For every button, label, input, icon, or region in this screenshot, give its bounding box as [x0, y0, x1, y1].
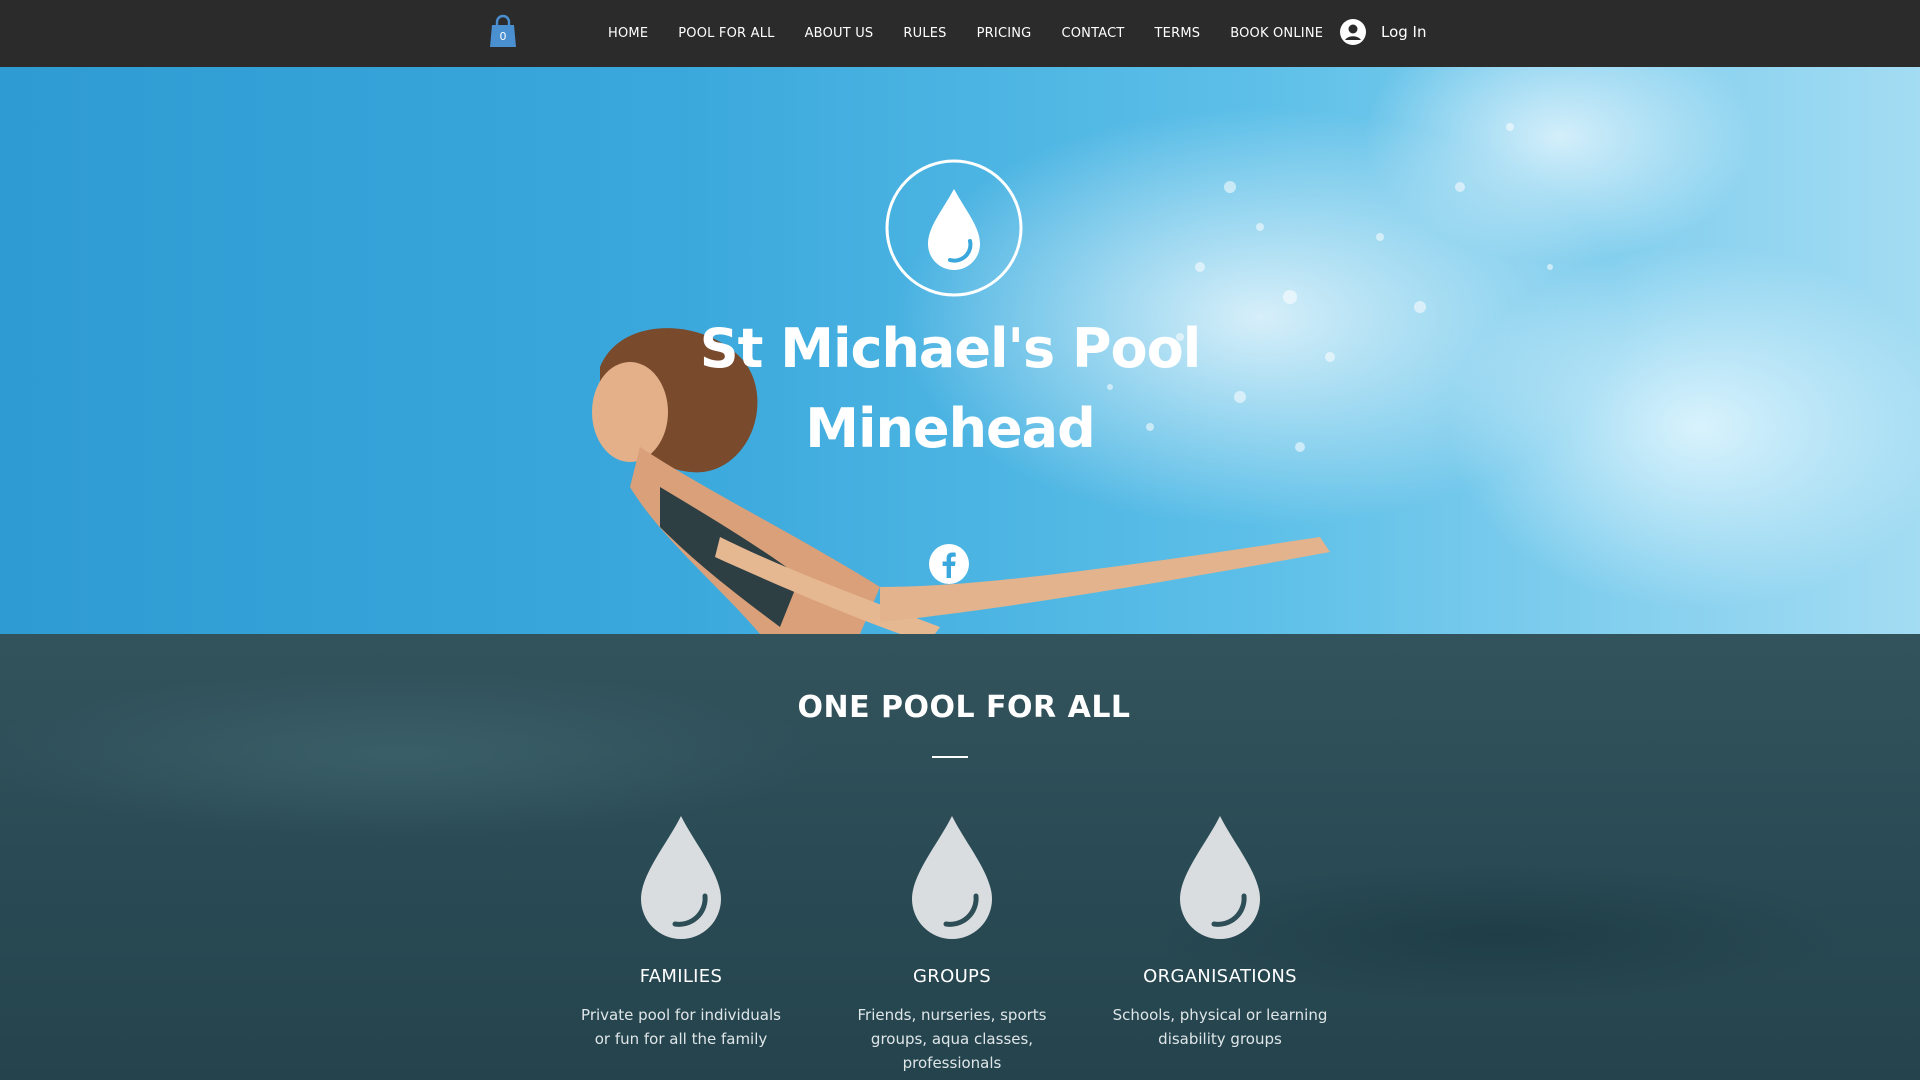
nav-book-online[interactable]: BOOK ONLINE — [1215, 26, 1338, 41]
water-drop-icon — [928, 189, 980, 270]
pool-logo — [885, 159, 1023, 297]
hero-banner: St Michael's Pool Minehead — [0, 67, 1920, 634]
site-title-line-1: St Michael's Pool — [699, 317, 1202, 380]
feature-title: GROUPS — [913, 966, 991, 987]
login-button[interactable]: Log In — [1340, 18, 1427, 46]
nav-home[interactable]: HOME — [593, 26, 663, 41]
feature-groups: GROUPS Friends, nurseries, sports groups… — [837, 814, 1067, 1075]
nav-terms[interactable]: TERMS — [1140, 26, 1216, 41]
pool-for-all-section: ONE POOL FOR ALL FAMILIES Private pool f… — [0, 634, 1920, 1080]
main-nav: HOME POOL FOR ALL ABOUT US RULES PRICING… — [593, 0, 1338, 67]
facebook-icon[interactable] — [929, 544, 969, 584]
site-title-line-2: Minehead — [805, 397, 1095, 460]
site-title: St Michael's Pool Minehead — [660, 309, 1240, 469]
top-navigation-bar: 0 HOME POOL FOR ALL ABOUT US RULES PRICI… — [0, 0, 1920, 67]
water-drop-icon — [912, 816, 992, 939]
feature-families: FAMILIES Private pool for individuals or… — [566, 814, 796, 1051]
feature-title: ORGANISATIONS — [1143, 966, 1297, 987]
feature-title: FAMILIES — [639, 966, 723, 987]
nav-rules[interactable]: RULES — [888, 26, 961, 41]
cart-count: 0 — [499, 30, 507, 43]
feature-organisations: ORGANISATIONS Schools, physical or learn… — [1105, 814, 1335, 1051]
nav-about-us[interactable]: ABOUT US — [790, 26, 889, 41]
nav-pool-for-all[interactable]: POOL FOR ALL — [663, 26, 789, 41]
login-label: Log In — [1381, 23, 1427, 41]
nav-pricing[interactable]: PRICING — [962, 26, 1047, 41]
feature-description: Private pool for individuals or fun for … — [581, 1006, 781, 1048]
feature-description: Schools, physical or learning disability… — [1112, 1006, 1328, 1048]
section-divider — [932, 756, 968, 758]
cart-button[interactable]: 0 — [489, 14, 517, 48]
nav-contact[interactable]: CONTACT — [1046, 26, 1139, 41]
water-drop-icon — [1180, 816, 1260, 939]
feature-description: Friends, nurseries, sports groups, aqua … — [857, 1006, 1047, 1072]
section-title: ONE POOL FOR ALL — [797, 690, 1131, 725]
water-drop-icon — [641, 816, 721, 939]
user-avatar-icon — [1340, 19, 1366, 45]
